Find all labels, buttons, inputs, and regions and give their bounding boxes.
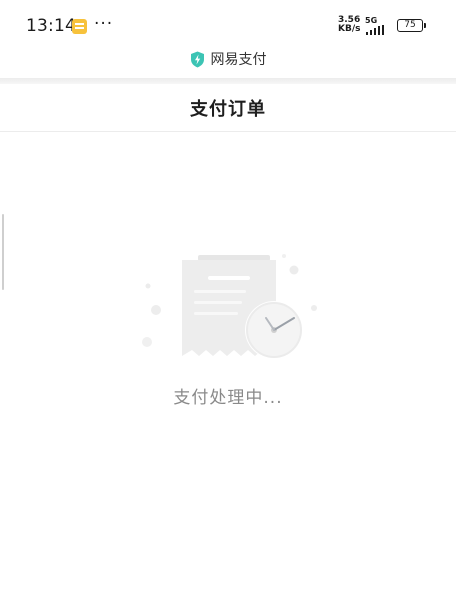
scroll-indicator [2,214,4,290]
notification-app-icon [72,19,87,34]
status-time: 13:14 [26,16,76,36]
network-speed-unit: KB/s [338,24,361,34]
battery-icon: 75 [397,19,426,32]
shield-lightning-icon [190,51,204,67]
network-type: 5G [365,16,378,25]
signal-icon [366,25,384,35]
receipt-clock-icon [142,254,317,359]
brand-bar: 网易支付 [0,42,456,76]
brand-name: 网易支付 [210,52,267,68]
page-title: 支付订单 [190,98,266,120]
more-notifications-icon: ··· [94,14,114,34]
cellular-signal: 5G [365,16,393,35]
network-speed: 3.56 KB/s [338,16,360,34]
title-bar: 支付订单 [0,84,456,132]
processing-status-text: 支付处理中... [173,388,283,408]
payment-page: 13:14 ··· 3.56 KB/s 5G 75 网易支付 支付订单 支付处理… [0,0,456,608]
